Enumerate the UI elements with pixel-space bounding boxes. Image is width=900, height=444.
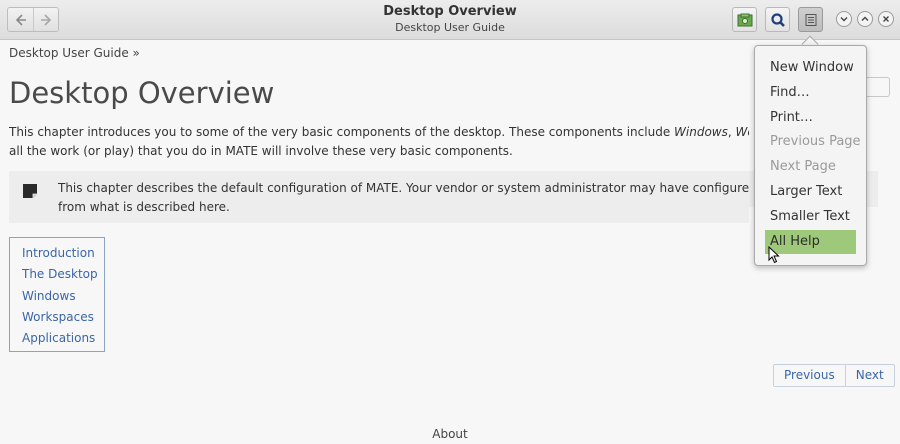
bookmark-icon (737, 13, 752, 26)
intro-text: This chapter introduces you to some of t… (9, 125, 675, 139)
close-button[interactable] (878, 11, 894, 27)
hidden-button-edge[interactable] (864, 77, 890, 97)
intro-paragraph: This chapter introduces you to some of t… (9, 123, 749, 161)
chevron-down-icon (840, 17, 848, 22)
chevron-up-icon (861, 16, 869, 21)
note-box: This chapter describes the default confi… (9, 171, 749, 223)
link-windows[interactable]: Windows (22, 286, 104, 307)
link-the-desktop[interactable]: The Desktop (22, 264, 104, 285)
mouse-cursor-icon (768, 246, 780, 264)
app-menu-popover: New Window Find… Print… Previous Page Ne… (754, 45, 867, 266)
note-text: This chapter describes the default confi… (58, 179, 749, 217)
app-menu: New Window Find… Print… Previous Page Ne… (765, 56, 861, 255)
maximize-button[interactable] (857, 11, 873, 27)
intro-term-windows: Windows (674, 125, 728, 139)
menu-item-larger-text[interactable]: Larger Text (765, 180, 856, 205)
intro-separator: , (727, 125, 736, 139)
menu-item-find[interactable]: Find… (765, 81, 856, 106)
hamburger-menu-icon (805, 13, 816, 26)
previous-link[interactable]: Previous (774, 365, 845, 386)
menu-item-smaller-text[interactable]: Smaller Text (765, 205, 856, 230)
menu-button[interactable] (798, 7, 823, 32)
next-link[interactable]: Next (844, 365, 894, 386)
link-introduction[interactable]: Introduction (22, 243, 104, 264)
menu-item-next-page[interactable]: Next Page (765, 155, 856, 180)
menu-item-previous-page[interactable]: Previous Page (765, 130, 861, 155)
note-icon (23, 184, 37, 198)
breadcrumb[interactable]: Desktop User Guide » (9, 46, 140, 60)
link-applications[interactable]: Applications (22, 328, 104, 349)
section-links: Introduction The Desktop Windows Workspa… (9, 237, 105, 352)
menu-item-print[interactable]: Print… (765, 106, 856, 131)
intro-term-workspaces: Workspaces (735, 125, 750, 139)
menu-item-new-window[interactable]: New Window (765, 56, 856, 81)
link-workspaces[interactable]: Workspaces (22, 307, 104, 328)
bookmark-button[interactable] (732, 7, 757, 32)
close-icon (883, 16, 889, 22)
minimize-button[interactable] (836, 11, 852, 27)
note-text-line1: This chapter describes the default confi… (58, 181, 749, 195)
pager: Previous Next (773, 364, 895, 387)
search-icon (770, 12, 785, 27)
search-button[interactable] (765, 7, 790, 32)
intro-text-line2: all the work (or play) that you do in MA… (9, 144, 513, 158)
page-title: Desktop Overview (9, 76, 275, 110)
header-bar: Desktop Overview Desktop User Guide (0, 0, 900, 40)
footer-about-link[interactable]: About (0, 427, 900, 441)
note-text-line2: from what is described here. (58, 200, 230, 214)
